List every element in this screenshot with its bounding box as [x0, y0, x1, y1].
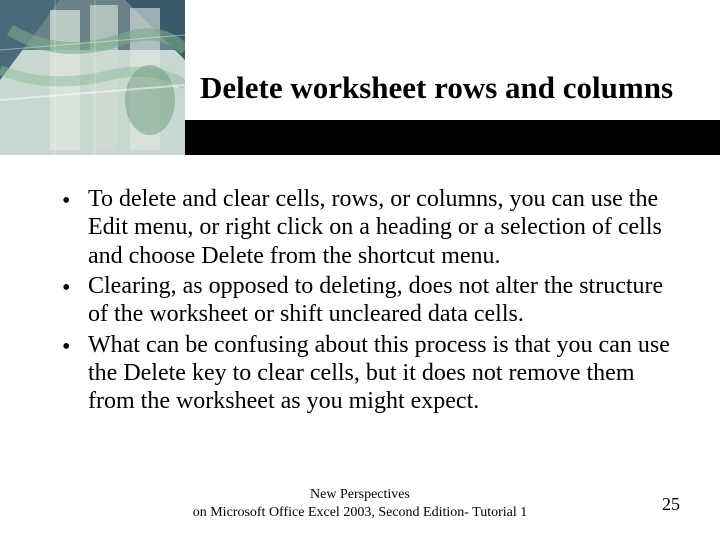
bullet-text: Clearing, as opposed to deleting, does n…: [88, 272, 672, 329]
bullet-item: • Clearing, as opposed to deleting, does…: [62, 272, 672, 329]
footer-line1: New Perspectives: [193, 486, 528, 504]
bullet-item: • To delete and clear cells, rows, or co…: [62, 185, 672, 270]
bullet-text: To delete and clear cells, rows, or colu…: [88, 185, 672, 270]
slide-title: Delete worksheet rows and columns: [200, 70, 690, 106]
slide-header: Delete worksheet rows and columns: [0, 0, 720, 155]
page-number: 25: [662, 494, 680, 515]
bullet-marker: •: [62, 185, 88, 270]
title-area: Delete worksheet rows and columns: [0, 70, 720, 106]
bullet-marker: •: [62, 272, 88, 329]
bullet-text: What can be confusing about this process…: [88, 331, 672, 416]
bullet-item: • What can be confusing about this proce…: [62, 331, 672, 416]
slide-body: • To delete and clear cells, rows, or co…: [62, 185, 672, 418]
bullet-marker: •: [62, 331, 88, 416]
footer-center-text: New Perspectives on Microsoft Office Exc…: [193, 486, 528, 521]
header-black-band: [185, 120, 720, 155]
footer-line2: on Microsoft Office Excel 2003, Second E…: [193, 504, 528, 522]
slide-footer: New Perspectives on Microsoft Office Exc…: [0, 486, 720, 526]
